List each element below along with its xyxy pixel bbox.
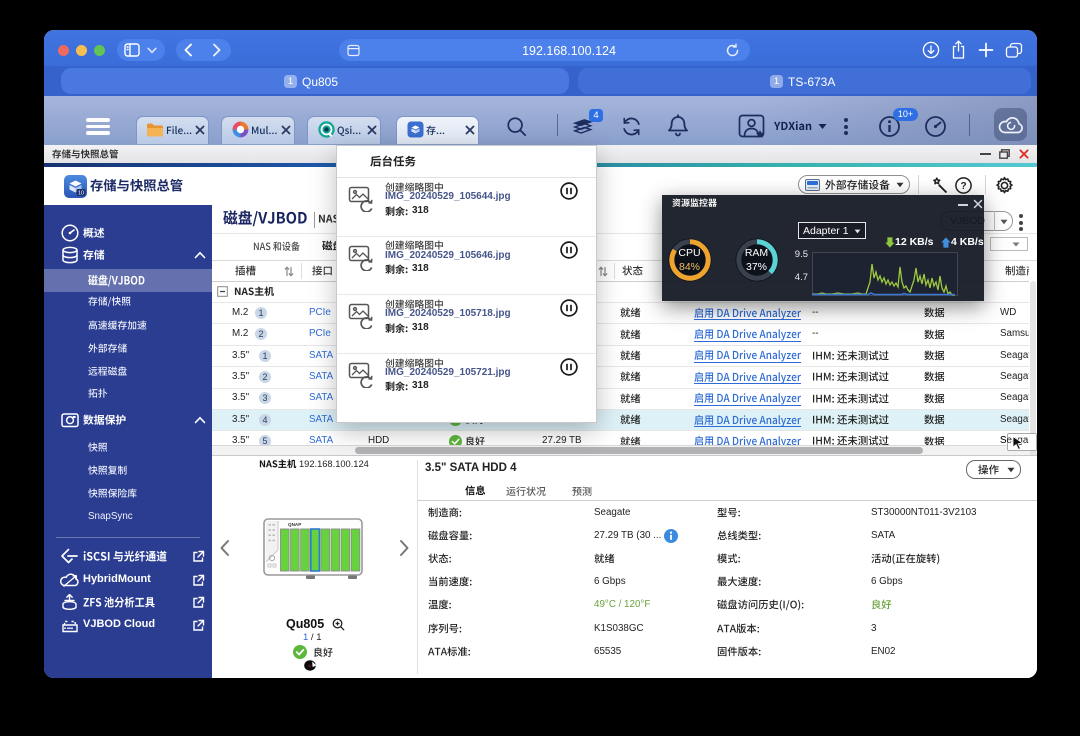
svg-text:?: ? (960, 181, 966, 192)
svg-text:QNAP: QNAP (288, 522, 301, 527)
svg-text:10: 10 (78, 191, 84, 197)
